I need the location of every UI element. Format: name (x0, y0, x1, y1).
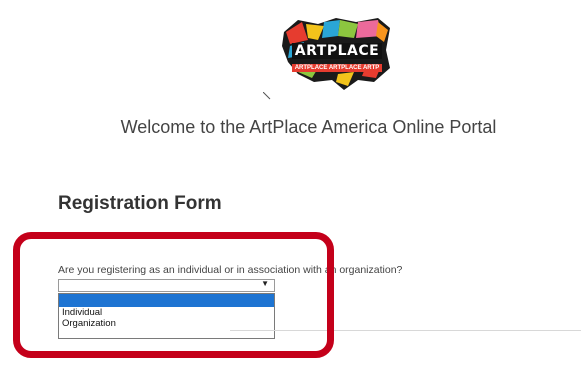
logo-banner: ARTPLACE ARTPLACE ARTP (294, 65, 380, 71)
welcome-heading: Welcome to the ArtPlace America Online P… (120, 117, 497, 137)
registration-type-select[interactable]: ▼ (58, 279, 275, 292)
section-divider (230, 330, 581, 331)
registration-form-heading: Registration Form (58, 193, 222, 214)
chevron-down-icon: ▼ (261, 279, 269, 288)
registration-type-dropdown[interactable]: Individual Organization (58, 293, 275, 339)
registration-type-question: Are you registering as an individual or … (58, 264, 403, 276)
logo-wordmark: ARTPLACE (294, 43, 380, 59)
option-organization[interactable]: Organization (59, 318, 274, 329)
cursor-mark (262, 87, 271, 100)
option-blank[interactable] (59, 294, 274, 307)
artplace-logo: ARTPLACE ARTPLACE ARTPLACE ARTP (278, 10, 394, 96)
option-individual[interactable]: Individual (59, 307, 274, 318)
